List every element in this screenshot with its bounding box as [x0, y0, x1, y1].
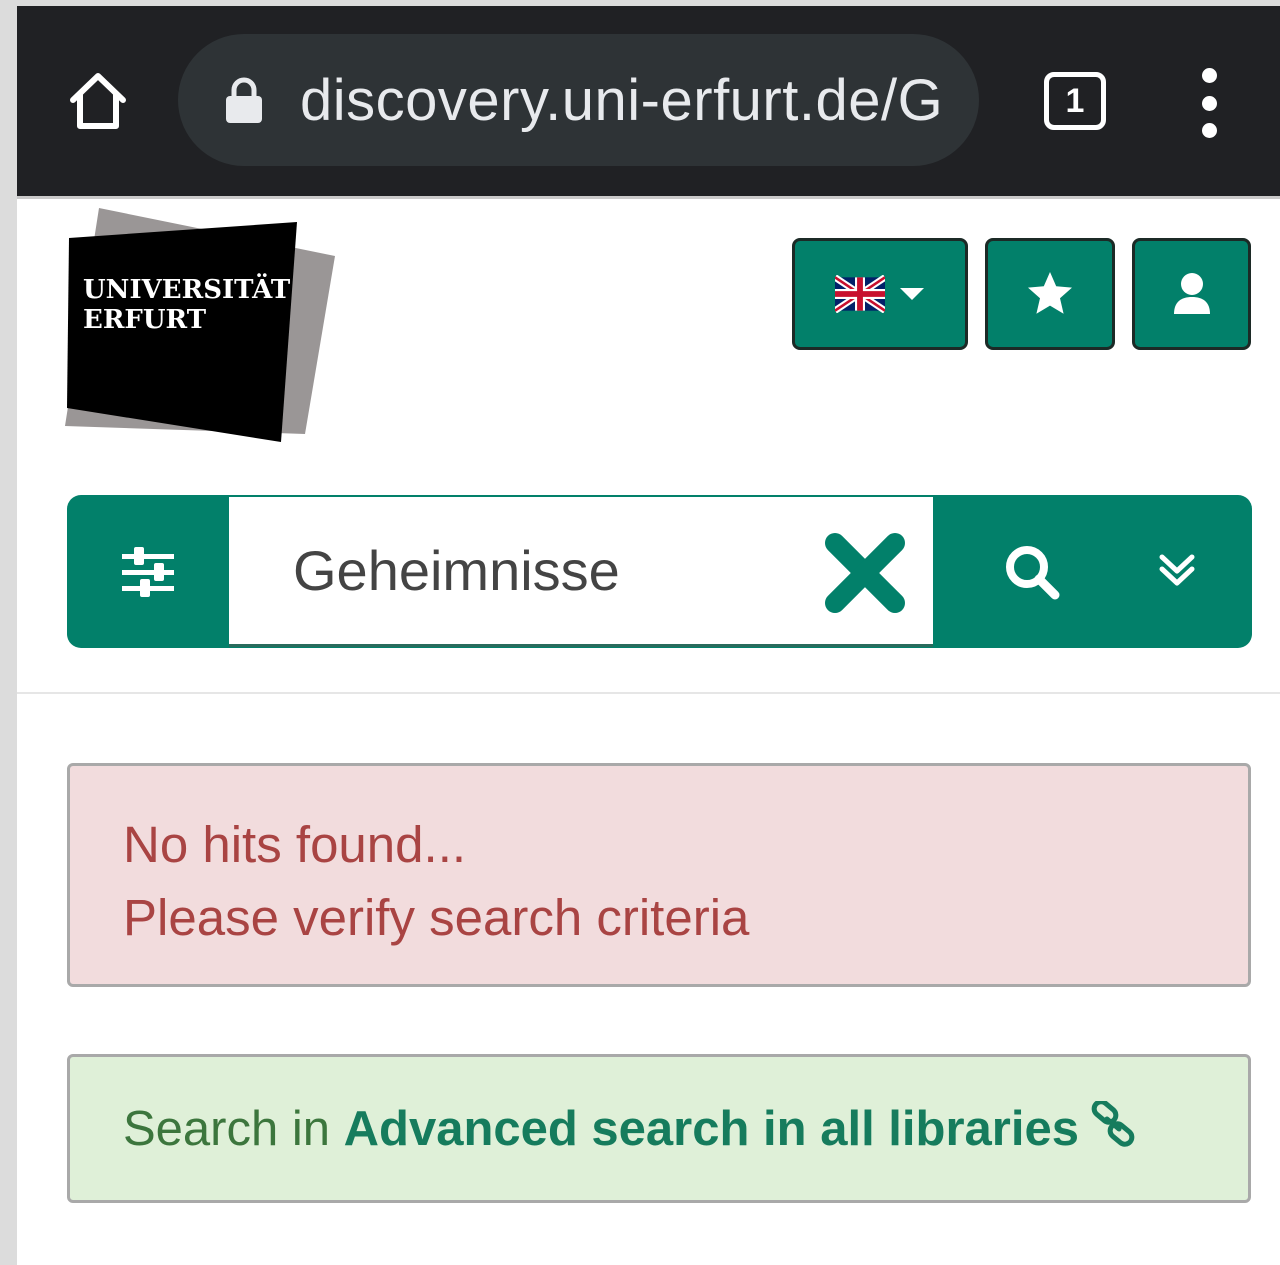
double-chevron-down-icon: [1159, 554, 1195, 586]
no-hits-alert: No hits found... Please verify search cr…: [67, 763, 1251, 987]
search-icon: [1006, 545, 1060, 599]
close-icon: [825, 533, 905, 613]
search-bar: [67, 495, 1252, 648]
expand-search-button[interactable]: [1157, 535, 1197, 605]
home-icon[interactable]: [65, 68, 131, 134]
language-selector-button[interactable]: [792, 238, 968, 350]
user-icon: [1173, 273, 1210, 314]
search-button[interactable]: [972, 495, 1092, 648]
address-bar[interactable]: discovery.uni-erfurt.de/G: [178, 34, 979, 166]
lock-icon: [224, 76, 264, 124]
star-icon: [1028, 272, 1072, 314]
overflow-menu-icon[interactable]: [1187, 68, 1231, 138]
advanced-search-alert: Search in Advanced search in all librari…: [67, 1054, 1251, 1203]
search-in-label: Search in: [123, 1101, 344, 1156]
logo-line2: ERFURT: [83, 305, 207, 335]
advanced-search-link[interactable]: Advanced search in all libraries: [344, 1101, 1079, 1157]
filter-sliders-button[interactable]: [67, 495, 229, 648]
user-account-button[interactable]: [1132, 238, 1251, 350]
browser-toolbar: discovery.uni-erfurt.de/G 1: [17, 6, 1280, 196]
browser-screen: discovery.uni-erfurt.de/G 1 UNIVERSITÄT …: [17, 6, 1280, 1265]
header-divider: [17, 692, 1280, 694]
link-icon[interactable]: [1089, 1100, 1137, 1147]
university-logo[interactable]: UNIVERSITÄT ERFURT: [65, 208, 341, 454]
no-hits-text: No hits found...: [123, 816, 467, 873]
toolbar-divider: [17, 196, 1280, 199]
sliders-icon: [122, 546, 174, 597]
clear-search-button[interactable]: [820, 529, 910, 617]
favorites-button[interactable]: [985, 238, 1115, 350]
verify-criteria-text: Please verify search criteria: [123, 889, 750, 946]
tab-switcher-button[interactable]: 1: [1044, 72, 1106, 130]
caret-down-icon: [900, 288, 924, 300]
uk-flag-icon: [835, 275, 885, 313]
logo-line1: UNIVERSITÄT: [83, 273, 291, 305]
url-text: discovery.uni-erfurt.de/G: [300, 67, 944, 133]
